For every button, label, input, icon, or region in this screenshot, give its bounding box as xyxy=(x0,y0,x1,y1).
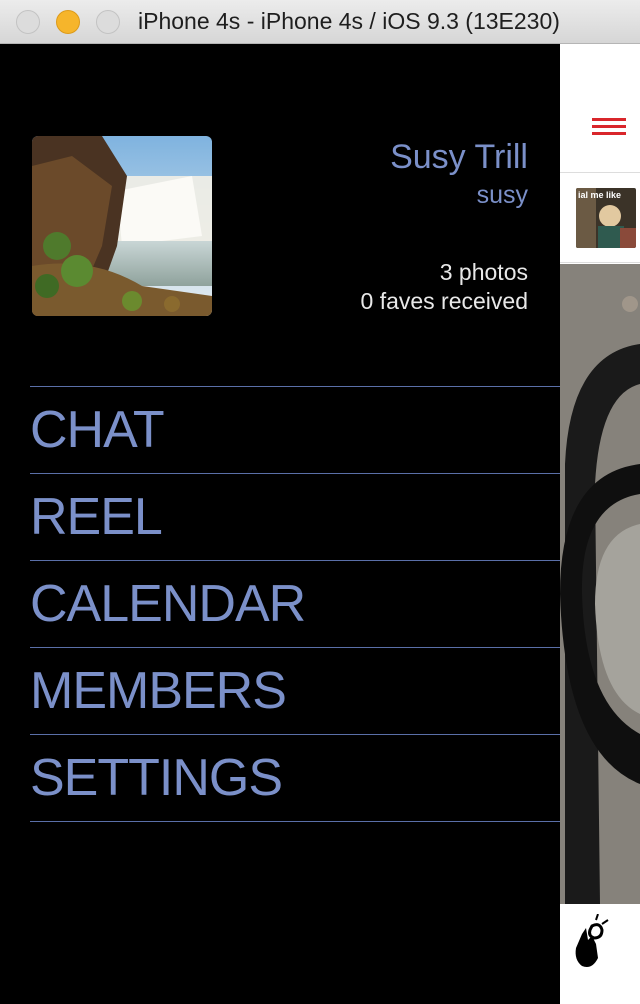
window-zoom-button[interactable] xyxy=(96,10,120,34)
post-photo[interactable] xyxy=(560,264,640,904)
profile-username: susy xyxy=(476,181,528,209)
photo-count: 3 photos xyxy=(439,259,528,285)
hamburger-menu-icon[interactable] xyxy=(592,118,626,136)
divider xyxy=(560,262,640,263)
thumbnail-image: ial me like xyxy=(576,188,636,248)
side-menu: Susy Trill susy 3 photos 0 faves receive… xyxy=(0,44,560,1004)
ok-hand-icon[interactable] xyxy=(572,913,612,974)
profile-name: Susy Trill xyxy=(390,138,528,176)
nav-divider xyxy=(30,821,560,822)
post-thumbnail[interactable]: ial me like xyxy=(576,188,636,248)
profile-avatar[interactable] xyxy=(32,136,212,316)
nav-item-settings[interactable]: SETTINGS xyxy=(30,734,560,821)
window-minimize-button[interactable] xyxy=(56,10,80,34)
avatar-waterfall-image xyxy=(32,136,212,316)
nav-item-calendar[interactable]: CALENDAR xyxy=(30,560,560,647)
simulator-titlebar: iPhone 4s - iPhone 4s / iOS 9.3 (13E230) xyxy=(0,0,640,44)
thumbnail-caption: ial me like xyxy=(578,190,621,200)
nav-item-reel[interactable]: REEL xyxy=(30,473,560,560)
nav-item-members[interactable]: MEMBERS xyxy=(30,647,560,734)
window-title: iPhone 4s - iPhone 4s / iOS 9.3 (13E230) xyxy=(138,8,560,34)
content-panel-peek[interactable]: ial me like xyxy=(560,44,640,1004)
nav-item-chat[interactable]: CHAT xyxy=(30,386,560,473)
window-close-button[interactable] xyxy=(16,10,40,34)
divider xyxy=(560,172,640,173)
post-photo-image xyxy=(560,264,640,904)
main-nav: CHAT REEL CALENDAR MEMBERS SETTINGS xyxy=(30,386,560,822)
faves-count: 0 faves received xyxy=(360,288,528,314)
